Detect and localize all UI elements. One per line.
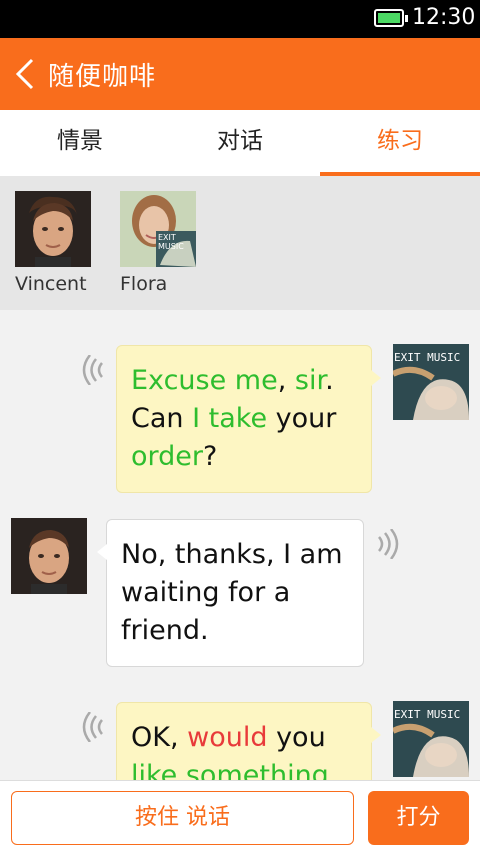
role-name-vincent: Vincent (15, 273, 87, 295)
status-time: 12:30 (412, 5, 476, 30)
role-name-flora: Flora (120, 273, 168, 295)
word-highlight-green[interactable]: order (131, 441, 203, 472)
role-flora[interactable]: EXIT MUSIC Flora (120, 191, 196, 295)
avatar-overlay-text: EXIT MUSIC (394, 708, 461, 721)
message-text: you (267, 722, 326, 753)
app-header: 随便咖啡 (0, 38, 480, 110)
sound-wave-icon[interactable] (375, 528, 399, 560)
message-bubble[interactable]: No, thanks, I am waiting for a friend. (97, 519, 364, 667)
score-button[interactable]: 打分 (368, 791, 469, 845)
word-highlight-green[interactable]: I take (192, 403, 267, 434)
avatar-flora: EXIT MUSIC (120, 191, 196, 267)
avatar-overlay-text: EXIT MUSIC (158, 233, 184, 251)
message-bubble[interactable]: OK, would you like something (116, 702, 381, 780)
battery-charging-icon (374, 9, 408, 27)
message-text: ? (203, 441, 218, 472)
word-highlight-green[interactable]: like something (131, 760, 329, 780)
message-text: OK, (131, 722, 188, 753)
hold-to-talk-button[interactable]: 按住 说话 (11, 791, 354, 845)
tab-practice[interactable]: 练习 (320, 110, 480, 176)
message-text: No, thanks, I am waiting for a friend. (121, 539, 343, 646)
avatar-vincent (15, 191, 91, 267)
word-highlight-green[interactable]: sir (295, 365, 325, 396)
back-arrow-icon[interactable] (14, 58, 42, 90)
sound-wave-icon[interactable] (82, 354, 106, 386)
tab-bar: 情景 对话 练习 (0, 110, 480, 176)
page-title: 随便咖啡 (48, 62, 157, 92)
avatar-flora[interactable]: EXIT MUSIC (393, 701, 469, 777)
sound-wave-icon[interactable] (82, 711, 106, 743)
word-highlight-red[interactable]: would (187, 722, 267, 753)
status-bar: 12:30 (0, 0, 480, 38)
avatar-vincent[interactable] (11, 518, 87, 594)
avatar-flora[interactable]: EXIT MUSIC (393, 344, 469, 420)
message-text: , (277, 365, 295, 396)
message-bubble[interactable]: Excuse me, sir. Can I take your order? (116, 345, 381, 493)
tab-scene[interactable]: 情景 (0, 110, 160, 176)
role-vincent[interactable]: Vincent (15, 191, 91, 295)
role-selector: Vincent EXIT MUSIC Flora (0, 176, 480, 310)
message-text: your (267, 403, 337, 434)
bottom-action-bar: 按住 说话 打分 (0, 780, 480, 854)
avatar-overlay-text: EXIT MUSIC (394, 351, 461, 364)
tab-dialogue[interactable]: 对话 (160, 110, 320, 176)
word-highlight-green[interactable]: Excuse me (131, 365, 278, 396)
conversation-list[interactable]: Excuse me, sir. Can I take your order? E… (0, 310, 480, 780)
